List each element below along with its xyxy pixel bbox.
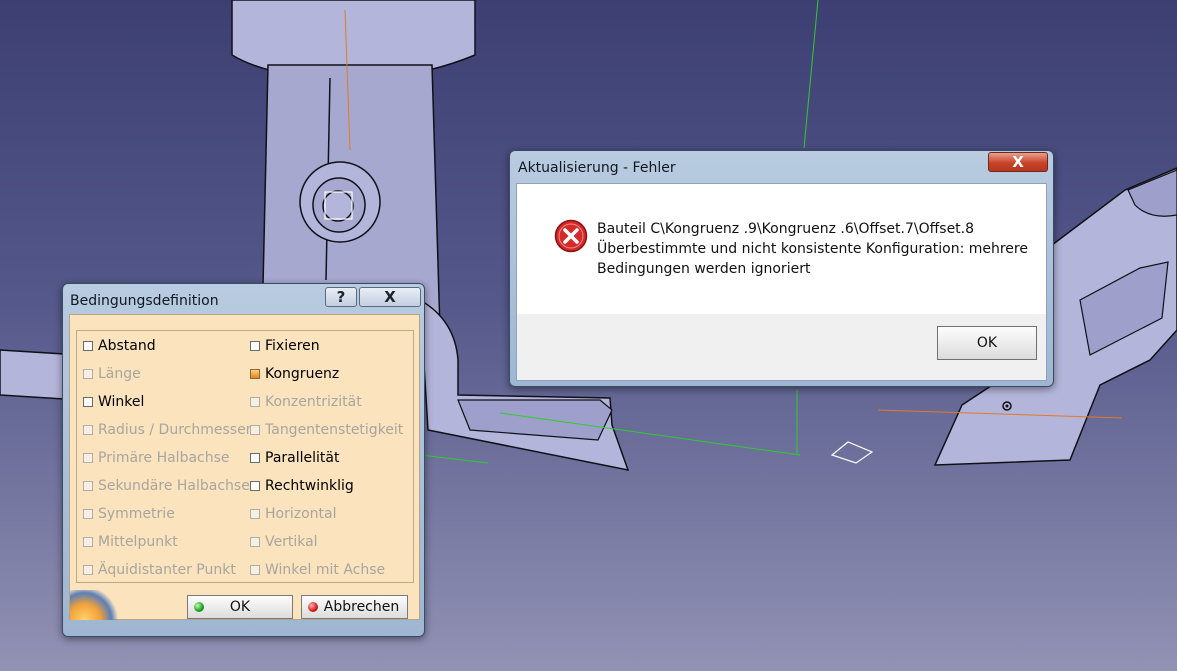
ok-button[interactable]: OK xyxy=(187,595,293,619)
option-label: Winkel xyxy=(98,394,145,410)
option-label: Äquidistanter Punkt xyxy=(98,562,236,578)
error-close-button[interactable]: X xyxy=(988,152,1048,172)
option-checkbox[interactable] xyxy=(250,481,260,491)
error-ok-label: OK xyxy=(976,335,998,351)
update-error-dialog: Aktualisierung - Fehler X Bauteil C\Kong… xyxy=(509,150,1054,387)
option-symmetrie: Symmetrie xyxy=(83,504,175,524)
close-icon: X xyxy=(384,288,396,306)
option-label: Länge xyxy=(98,366,141,382)
error-message-line: Bauteil C\Kongruenz .9\Kongruenz .6\Offs… xyxy=(597,221,975,237)
option-checkbox xyxy=(83,509,93,519)
option-tangentenstetigkeit: Tangentenstetigkeit xyxy=(250,420,403,440)
option-checkbox xyxy=(83,369,93,379)
option-horizontal: Horizontal xyxy=(250,504,336,524)
option-label: Kongruenz xyxy=(265,366,340,382)
option-label: Fixieren xyxy=(265,338,320,354)
error-message: Bauteil C\Kongruenz .9\Kongruenz .6\Offs… xyxy=(597,219,1037,279)
ok-label: OK xyxy=(229,599,251,615)
option-label: Konzentrizität xyxy=(265,394,362,410)
option-checkbox xyxy=(250,565,260,575)
option-radius-durchmesser: Radius / Durchmesser xyxy=(83,420,251,440)
option-checkbox xyxy=(250,425,260,435)
option-label: Parallelität xyxy=(265,450,340,466)
option-label: Rechtwinklig xyxy=(265,478,354,494)
option-abstand[interactable]: Abstand xyxy=(83,336,156,356)
option-vertikal: Vertikal xyxy=(250,532,318,552)
option-checkbox xyxy=(83,453,93,463)
constraint-dialog-title: Bedingungsdefinition xyxy=(70,293,219,309)
error-message-line: Überbestimmte und nicht konsistente Konf… xyxy=(597,241,1028,257)
option-checkbox[interactable] xyxy=(83,397,93,407)
option-checkbox xyxy=(83,565,93,575)
option-checkbox xyxy=(250,537,260,547)
constraint-options-group: Abstand Länge Winkel Radius / Durchmesser Pr… xyxy=(76,330,414,583)
option-label: Radius / Durchmesser xyxy=(98,422,252,438)
option-konzentrizität: Konzentrizität xyxy=(250,392,362,412)
help-icon: ? xyxy=(336,288,346,306)
cancel-label: Abbrechen xyxy=(323,599,400,615)
option-checkbox[interactable] xyxy=(250,453,260,463)
option-sekundäre-halbachse: Sekundäre Halbachse xyxy=(83,476,250,496)
error-dialog-body: Bauteil C\Kongruenz .9\Kongruenz .6\Offs… xyxy=(516,183,1047,381)
error-message-line: Bedingungen werden ignoriert xyxy=(597,261,811,277)
catia-logo xyxy=(70,590,118,620)
option-äquidistanter-punkt: Äquidistanter Punkt xyxy=(83,560,236,580)
constraint-panel: Abstand Länge Winkel Radius / Durchmesser Pr… xyxy=(69,314,420,620)
option-label: Primäre Halbachse xyxy=(98,450,230,466)
green-dot-icon xyxy=(194,602,204,612)
option-checkbox xyxy=(83,425,93,435)
option-winkel[interactable]: Winkel xyxy=(83,392,144,412)
cancel-button[interactable]: Abbrechen xyxy=(301,595,408,619)
error-dialog-title: Aktualisierung - Fehler xyxy=(518,160,676,176)
option-checkbox xyxy=(250,509,260,519)
option-checkbox xyxy=(83,481,93,491)
option-primäre-halbachse: Primäre Halbachse xyxy=(83,448,230,468)
red-dot-icon xyxy=(308,602,318,612)
option-label: Tangentenstetigkeit xyxy=(265,422,404,438)
option-label: Sekundäre Halbachse xyxy=(98,478,250,494)
option-länge: Länge xyxy=(83,364,141,384)
option-rechtwinklig[interactable]: Rechtwinklig xyxy=(250,476,354,496)
option-label: Vertikal xyxy=(265,534,318,550)
option-label: Horizontal xyxy=(265,506,337,522)
option-label: Symmetrie xyxy=(98,506,175,522)
option-label: Abstand xyxy=(98,338,156,354)
option-label: Mittelpunkt xyxy=(98,534,178,550)
constraint-definition-dialog: Bedingungsdefinition ? X Abstand Länge Win… xyxy=(62,283,425,637)
option-label: Winkel mit Achse xyxy=(265,562,386,578)
option-kongruenz[interactable]: Kongruenz xyxy=(250,364,339,384)
option-parallelität[interactable]: Parallelität xyxy=(250,448,339,468)
close-button[interactable]: X xyxy=(359,287,421,307)
close-icon: X xyxy=(1012,153,1024,171)
error-ok-button[interactable]: OK xyxy=(937,326,1037,360)
option-checkbox xyxy=(250,397,260,407)
error-dialog-footer: OK xyxy=(517,314,1046,380)
option-fixieren[interactable]: Fixieren xyxy=(250,336,320,356)
option-mittelpunkt: Mittelpunkt xyxy=(83,532,178,552)
option-checkbox[interactable] xyxy=(250,341,260,351)
option-winkel-mit-achse: Winkel mit Achse xyxy=(250,560,385,580)
option-checkbox xyxy=(83,537,93,547)
option-checkbox[interactable] xyxy=(83,341,93,351)
help-button[interactable]: ? xyxy=(325,287,357,307)
error-icon xyxy=(554,219,588,253)
option-checkbox[interactable] xyxy=(250,369,260,379)
